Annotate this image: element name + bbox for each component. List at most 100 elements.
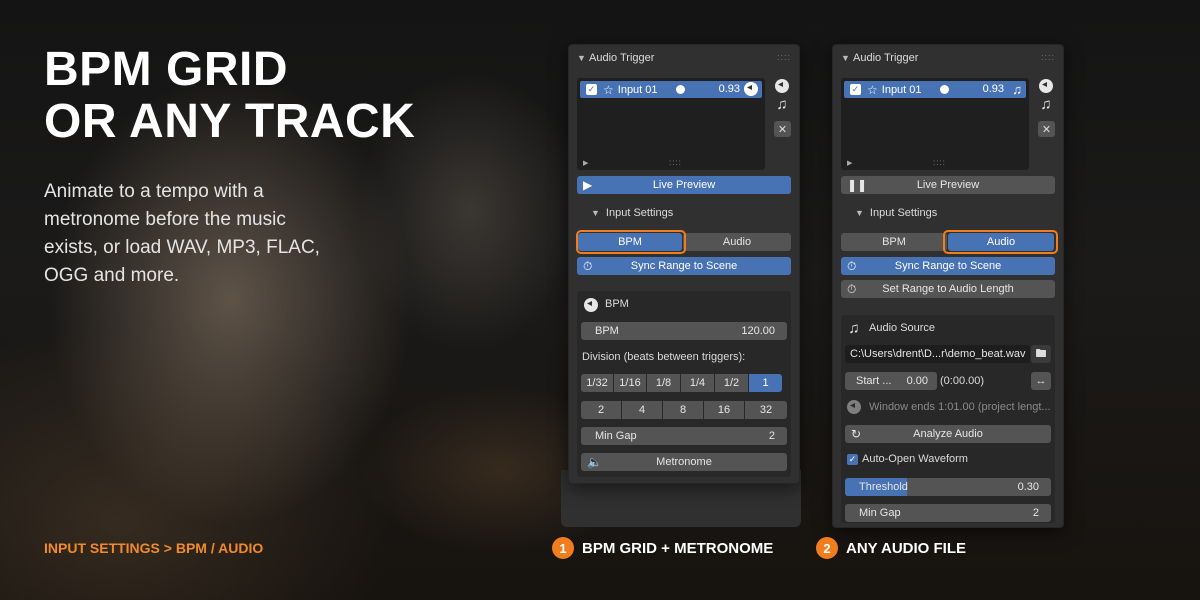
analyze-audio-button[interactable]: ↻ Analyze Audio bbox=[845, 425, 1051, 443]
min-gap-field[interactable]: Min Gap 2 bbox=[845, 504, 1051, 522]
threshold-slider[interactable]: Threshold 0.30 bbox=[845, 478, 1051, 496]
input-list[interactable]: ✓ ☆ Input 01 0.93 ▶ :::: bbox=[577, 78, 765, 170]
hero-title-line-2: OR ANY TRACK bbox=[44, 95, 416, 148]
division-option[interactable]: 32 bbox=[745, 401, 787, 419]
bpm-subpanel: BPM BPM 120.00 Division (beats between t… bbox=[577, 291, 791, 477]
checkbox-checked-icon[interactable]: ✓ bbox=[586, 84, 597, 95]
metronome-mode-icon[interactable] bbox=[774, 78, 790, 94]
list-resize-grip-icon[interactable]: :::: bbox=[933, 158, 946, 167]
panel-title: Audio Trigger bbox=[589, 52, 655, 64]
min-gap-field[interactable]: Min Gap 2 bbox=[581, 427, 787, 445]
live-preview-label: Live Preview bbox=[916, 179, 980, 191]
mode-bpm-button[interactable]: BPM bbox=[841, 233, 947, 251]
bpm-field-label: BPM bbox=[595, 325, 619, 337]
division-option[interactable]: 16 bbox=[704, 401, 744, 419]
star-icon[interactable]: ☆ bbox=[867, 83, 878, 97]
division-row-2: 2 4 8 16 32 bbox=[581, 401, 787, 419]
input-settings-header[interactable]: ▼ Input Settings bbox=[591, 207, 673, 219]
folder-icon[interactable]: 🖿 bbox=[1031, 345, 1051, 363]
audio-file-path-field[interactable]: C:\Users\drent\D...r\demo_beat.wav bbox=[845, 345, 1030, 363]
record-dot-icon bbox=[940, 85, 949, 94]
audio-trigger-panel-audio: ▼ Audio Trigger :::: ✓ ☆ Input 01 0.93 ♫… bbox=[832, 44, 1064, 528]
chevron-down-icon: ▼ bbox=[841, 53, 850, 63]
mode-audio-button[interactable]: Audio bbox=[683, 233, 791, 251]
set-range-audio-length-button[interactable]: ⏱ Set Range to Audio Length bbox=[841, 280, 1055, 298]
subpanel-title: Audio Source bbox=[869, 322, 936, 334]
remove-input-icon[interactable]: ✕ bbox=[1038, 121, 1055, 137]
play-small-icon[interactable]: ▶ bbox=[583, 159, 588, 167]
metronome-button[interactable]: 🔈 Metronome bbox=[581, 453, 787, 471]
division-option[interactable]: 1/16 bbox=[614, 374, 646, 392]
panel-header[interactable]: ▼ Audio Trigger :::: bbox=[569, 45, 799, 71]
stopwatch-icon: ⏱ bbox=[583, 259, 593, 273]
metronome-mode-icon[interactable] bbox=[1038, 78, 1054, 94]
division-option[interactable]: 2 bbox=[581, 401, 621, 419]
drag-grip-icon[interactable]: :::: bbox=[1041, 52, 1055, 62]
highlight-ring bbox=[576, 230, 686, 254]
star-icon[interactable]: ☆ bbox=[603, 83, 614, 97]
start-offset-value: 0.00 bbox=[906, 375, 928, 387]
play-small-icon[interactable]: ▶ bbox=[847, 159, 852, 167]
division-option[interactable]: 1/2 bbox=[715, 374, 748, 392]
audio-trigger-panel-bpm: ▼ Audio Trigger :::: ✓ ☆ Input 01 0.93 ▶… bbox=[568, 44, 800, 484]
list-item[interactable]: ✓ ☆ Input 01 0.93 bbox=[580, 81, 762, 98]
input-settings-label: Input Settings bbox=[605, 207, 674, 219]
metronome-icon bbox=[744, 82, 758, 99]
live-preview-button[interactable]: ▶ Live Preview bbox=[577, 176, 791, 194]
list-item-label: Input 01 bbox=[617, 83, 658, 96]
drag-grip-icon[interactable]: :::: bbox=[777, 52, 791, 62]
min-gap-value: 2 bbox=[1032, 507, 1039, 519]
input-settings-header[interactable]: ▼ Input Settings bbox=[855, 207, 937, 219]
input-list[interactable]: ✓ ☆ Input 01 0.93 ♫ ▶ :::: bbox=[841, 78, 1029, 170]
caption-number-badge: 2 bbox=[816, 537, 838, 559]
swap-arrows-icon[interactable]: ↔ bbox=[1031, 372, 1051, 390]
refresh-icon: ↻ bbox=[851, 427, 862, 441]
hero-title-line-1: BPM GRID bbox=[44, 43, 288, 96]
live-preview-label: Live Preview bbox=[652, 179, 716, 191]
input-settings-label: Input Settings bbox=[869, 207, 938, 219]
sync-range-button[interactable]: ⏱ Sync Range to Scene bbox=[577, 257, 791, 275]
music-note-icon[interactable]: ♫ bbox=[774, 96, 790, 113]
remove-input-icon[interactable]: ✕ bbox=[774, 121, 791, 137]
division-option[interactable]: 1/32 bbox=[581, 374, 613, 392]
breadcrumb: INPUT SETTINGS > BPM / AUDIO bbox=[44, 540, 264, 556]
division-label: Division (beats between triggers): bbox=[582, 351, 746, 363]
auto-open-checkbox[interactable]: ✓ bbox=[847, 454, 858, 465]
live-preview-button[interactable]: ❚❚ Live Preview bbox=[841, 176, 1055, 194]
music-note-icon[interactable]: ♫ bbox=[1038, 96, 1054, 113]
sync-range-button[interactable]: ⏱ Sync Range to Scene bbox=[841, 257, 1055, 275]
pause-icon: ❚❚ bbox=[847, 178, 868, 192]
division-option-selected[interactable]: 1 bbox=[749, 374, 782, 392]
bpm-field[interactable]: BPM 120.00 bbox=[581, 322, 787, 340]
speaker-icon: 🔈 bbox=[587, 455, 602, 469]
set-range-label: Set Range to Audio Length bbox=[882, 283, 1014, 295]
audio-source-subpanel: ♫ Audio Source C:\Users\drent\D...r\demo… bbox=[841, 315, 1055, 523]
analyze-audio-label: Analyze Audio bbox=[913, 428, 983, 440]
subpanel-title: BPM bbox=[605, 298, 629, 310]
bpm-field-value: 120.00 bbox=[741, 325, 775, 337]
min-gap-value: 2 bbox=[768, 430, 775, 442]
threshold-label: Threshold bbox=[859, 481, 908, 493]
music-note-icon: ♫ bbox=[848, 319, 860, 337]
list-item[interactable]: ✓ ☆ Input 01 0.93 ♫ bbox=[844, 81, 1026, 98]
start-offset-field[interactable]: Start ... 0.00 bbox=[845, 372, 937, 390]
list-resize-grip-icon[interactable]: :::: bbox=[669, 158, 682, 167]
sync-range-label: Sync Range to Scene bbox=[894, 260, 1002, 272]
division-row-1: 1/32 1/16 1/8 1/4 1/2 1 bbox=[581, 374, 782, 392]
checkbox-checked-icon[interactable]: ✓ bbox=[850, 84, 861, 95]
division-option[interactable]: 1/4 bbox=[681, 374, 714, 392]
caption-2: 2 ANY AUDIO FILE bbox=[816, 537, 966, 559]
highlight-ring bbox=[943, 230, 1058, 254]
division-option[interactable]: 4 bbox=[622, 401, 662, 419]
min-gap-label: Min Gap bbox=[859, 507, 901, 519]
chevron-down-icon: ▼ bbox=[855, 208, 864, 218]
auto-open-label: Auto-Open Waveform bbox=[862, 453, 968, 465]
caption-number-badge: 1 bbox=[552, 537, 574, 559]
division-option[interactable]: 8 bbox=[663, 401, 703, 419]
panel-header[interactable]: ▼ Audio Trigger :::: bbox=[833, 45, 1063, 71]
division-option[interactable]: 1/8 bbox=[647, 374, 680, 392]
caption-label: ANY AUDIO FILE bbox=[846, 539, 967, 557]
caption-label: BPM GRID + METRONOME bbox=[582, 539, 774, 557]
list-item-label: Input 01 bbox=[881, 83, 922, 96]
music-note-icon: ♫ bbox=[1012, 82, 1022, 97]
